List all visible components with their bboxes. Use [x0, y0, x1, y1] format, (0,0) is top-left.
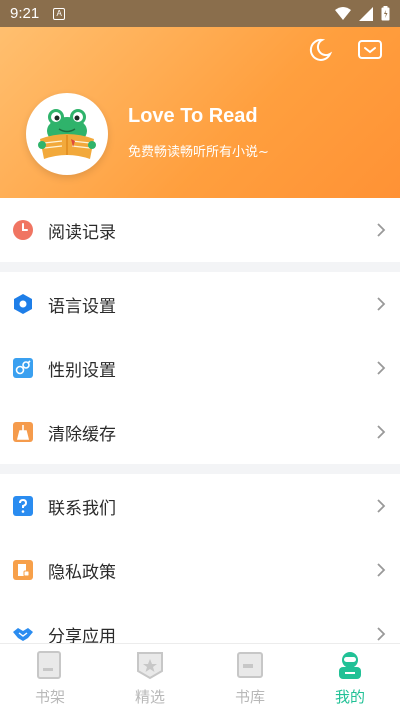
- menu-item-label: 清除缓存: [48, 424, 116, 445]
- tab-label: 书架: [34, 688, 65, 706]
- menu-item-share-app[interactable]: 分享应用: [0, 602, 400, 643]
- avatar[interactable]: [26, 93, 108, 175]
- menu-item-label: 分享应用: [48, 626, 116, 644]
- status-time: 9:21: [10, 5, 40, 22]
- bookshelf-icon: [37, 651, 61, 679]
- menu-item-privacy-policy[interactable]: 隐私政策: [0, 538, 400, 602]
- handshake-icon: [13, 628, 33, 641]
- featured-star-icon: [137, 652, 163, 680]
- menu-item-label: 联系我们: [48, 498, 116, 519]
- menu-item-label: 性别设置: [48, 360, 116, 381]
- chevron-right-icon: [377, 499, 386, 513]
- tab-featured[interactable]: 精选: [100, 644, 200, 711]
- mail-icon[interactable]: [357, 37, 383, 63]
- document-lock-icon: [13, 560, 33, 580]
- menu-item-label: 语言设置: [48, 296, 116, 317]
- profile-icon: [339, 652, 361, 679]
- menu-group-settings: 语言设置 性别设置 清除缓存: [0, 272, 400, 464]
- library-icon: [237, 652, 263, 678]
- chevron-right-icon: [377, 425, 386, 439]
- menu-group-about: 联系我们 隐私政策 分享应用: [0, 474, 400, 643]
- broom-icon: [13, 422, 33, 442]
- menu-group-history: 阅读记录: [0, 198, 400, 262]
- chevron-right-icon: [377, 223, 386, 237]
- status-bar: 9:21 A: [0, 0, 400, 27]
- signal-icon: [359, 6, 373, 21]
- menu-item-label: 阅读记录: [48, 222, 116, 243]
- wifi-icon: [335, 6, 351, 20]
- chevron-right-icon: [377, 297, 386, 311]
- battery-icon: [381, 6, 390, 21]
- clock-icon: [13, 220, 33, 240]
- app-subtitle: 免费畅读畅听所有小说~: [128, 145, 269, 160]
- moon-icon[interactable]: [307, 37, 333, 63]
- tab-library[interactable]: 书库: [200, 644, 300, 711]
- menu-item-label: 隐私政策: [48, 562, 116, 583]
- tab-bookshelf[interactable]: 书架: [0, 644, 100, 711]
- menu-item-reading-history[interactable]: 阅读记录: [0, 198, 400, 262]
- chevron-right-icon: [377, 627, 386, 641]
- tab-label: 我的: [334, 688, 365, 706]
- app-title: Love To Read: [128, 105, 258, 127]
- frog-reading-logo: [38, 109, 96, 159]
- bottom-navigation: 书架 精选 书库 我的: [0, 643, 400, 711]
- chevron-right-icon: [377, 361, 386, 375]
- question-icon: [13, 496, 33, 516]
- chevron-right-icon: [377, 563, 386, 577]
- status-indicators: [335, 6, 390, 21]
- gender-icon: [13, 358, 33, 378]
- menu-item-contact-us[interactable]: 联系我们: [0, 474, 400, 538]
- menu-item-language-settings[interactable]: 语言设置: [0, 272, 400, 336]
- profile-header: Love To Read 免费畅读畅听所有小说~: [0, 27, 400, 198]
- tab-label: 书库: [234, 688, 265, 706]
- tab-label: 精选: [134, 688, 165, 706]
- tab-mine[interactable]: 我的: [300, 644, 400, 711]
- menu-item-clear-cache[interactable]: 清除缓存: [0, 400, 400, 464]
- menu-item-gender-settings[interactable]: 性别设置: [0, 336, 400, 400]
- notification-icon: A: [53, 7, 66, 20]
- hexagon-icon: [14, 294, 32, 314]
